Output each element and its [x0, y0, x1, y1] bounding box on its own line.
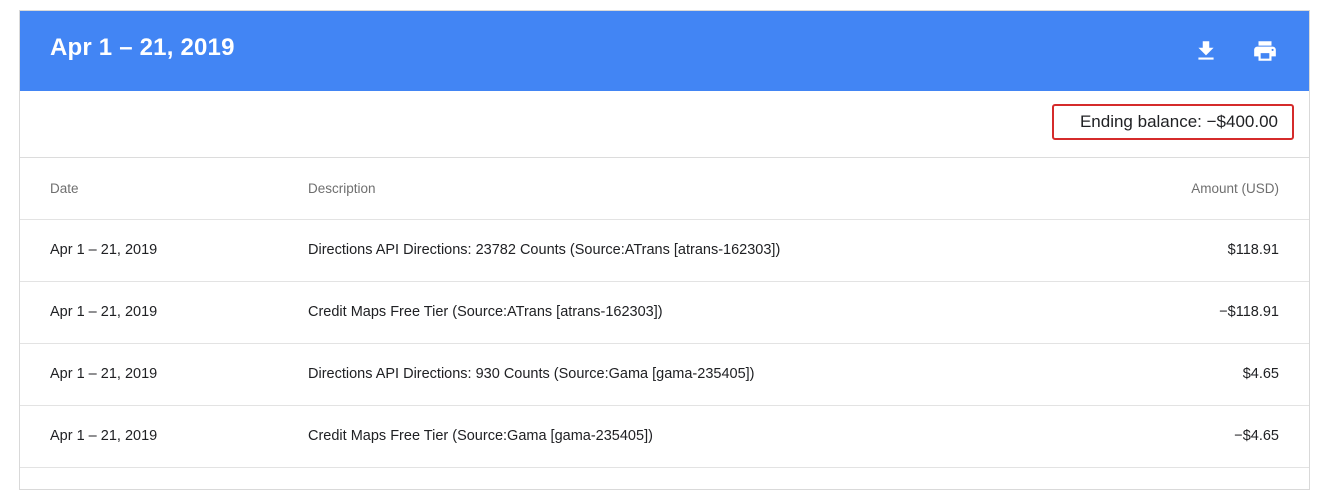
print-button[interactable] — [1252, 38, 1278, 64]
row-description: Credit Maps Free Tier (Source:ATrans [at… — [308, 304, 663, 320]
table-row: Apr 1 – 21, 2019 Directions API Directio… — [20, 220, 1309, 282]
column-header-amount: Amount (USD) — [1191, 181, 1279, 196]
table-row: Apr 1 – 21, 2019 Credit Maps Free Tier (… — [20, 406, 1309, 468]
statement-period-title: Apr 1 – 21, 2019 — [50, 34, 235, 61]
row-date: Apr 1 – 21, 2019 — [50, 304, 158, 320]
row-date: Apr 1 – 21, 2019 — [50, 242, 158, 258]
row-amount: $4.65 — [1242, 366, 1279, 382]
download-icon — [1198, 41, 1214, 60]
billing-statement-card: Apr 1 – 21, 2019 Ending balance: −$400.0… — [19, 10, 1310, 490]
row-description: Directions API Directions: 23782 Counts … — [308, 242, 781, 258]
table-header-row: Date Description Amount (USD) — [20, 158, 1309, 220]
row-amount: $118.91 — [1227, 242, 1279, 258]
row-description: Credit Maps Free Tier (Source:Gama [gama… — [308, 428, 653, 444]
column-header-date: Date — [50, 181, 79, 196]
print-icon — [1254, 41, 1276, 61]
table-row: Apr 1 – 21, 2019 Credit Maps Free Tier (… — [20, 282, 1309, 344]
ending-balance: Ending balance: −$400.00 — [1051, 104, 1294, 140]
table-row: Apr 1 – 21, 2019 Directions API Directio… — [20, 344, 1309, 406]
column-header-description: Description — [308, 181, 376, 196]
row-date: Apr 1 – 21, 2019 — [50, 366, 158, 382]
balance-row: Ending balance: −$400.00 — [20, 91, 1309, 158]
statement-header: Apr 1 – 21, 2019 — [20, 11, 1309, 91]
row-amount: −$118.91 — [1219, 304, 1279, 320]
transactions-table: Date Description Amount (USD) Apr 1 – 21… — [20, 158, 1309, 468]
row-amount: −$4.65 — [1234, 428, 1279, 444]
row-date: Apr 1 – 21, 2019 — [50, 428, 158, 444]
download-button[interactable] — [1193, 38, 1219, 64]
row-description: Directions API Directions: 930 Counts (S… — [308, 366, 755, 382]
